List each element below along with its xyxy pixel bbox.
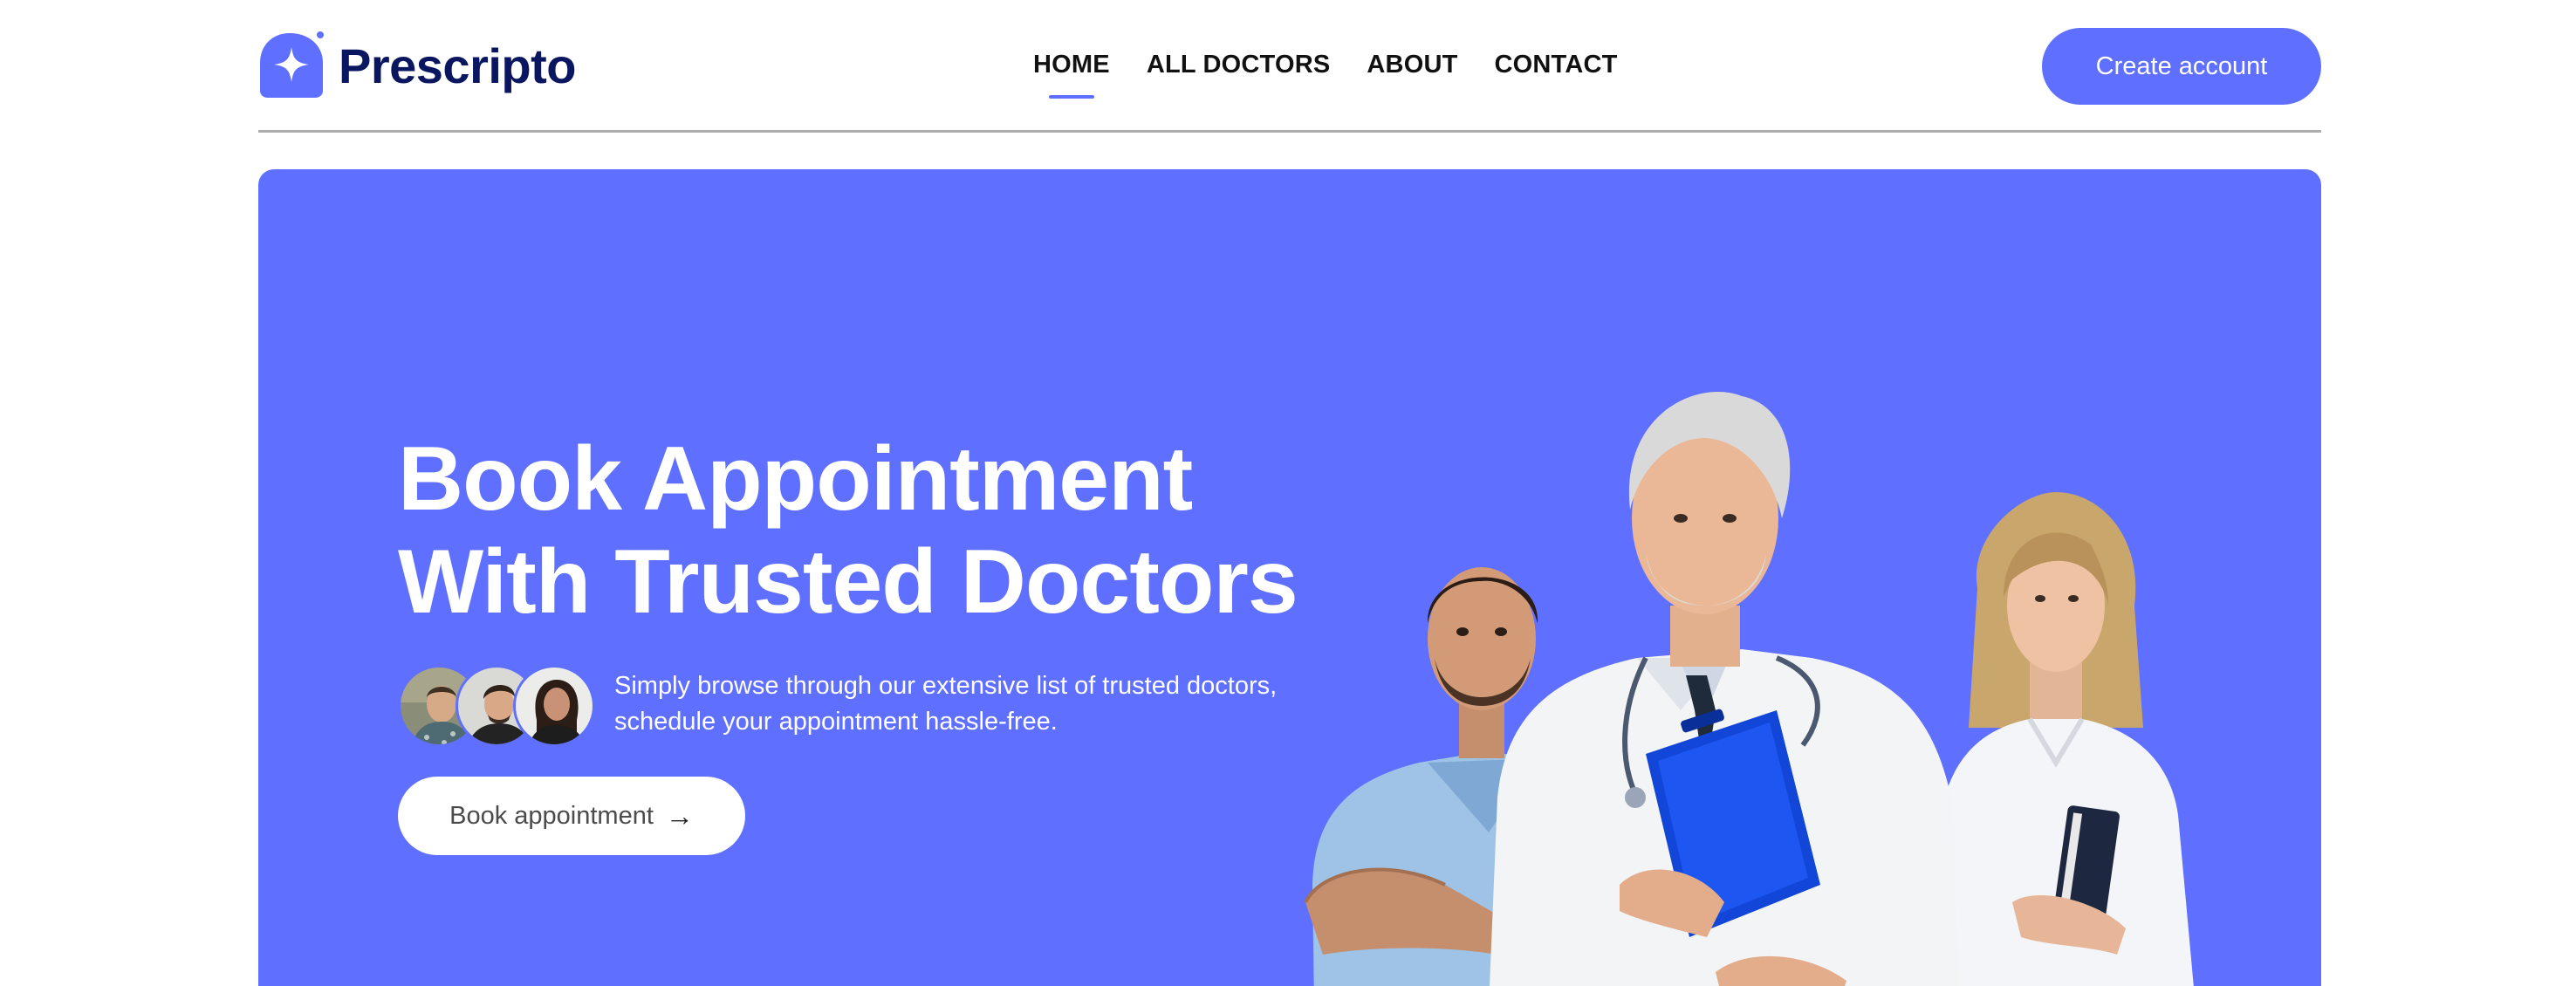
nav-home[interactable]: HOME bbox=[1033, 51, 1110, 99]
hero-description-line2: schedule your appointment hassle-free. bbox=[614, 708, 1058, 736]
group-profiles bbox=[398, 665, 595, 749]
hero-description: Simply browse through our extensive list… bbox=[614, 668, 1330, 740]
nav-contact[interactable]: CONTACT bbox=[1495, 51, 1618, 79]
hero-title-line1: Book Appointment bbox=[398, 428, 1193, 530]
hero-banner: Book Appointment With Trusted Doctors Si… bbox=[258, 169, 2321, 986]
create-account-button[interactable]: Create account bbox=[2042, 28, 2321, 105]
hero-title: Book Appointment With Trusted Doctors bbox=[398, 428, 1298, 633]
book-appointment-label: Book appointment bbox=[449, 801, 654, 830]
nav-links: HOME ALL DOCTORS ABOUT CONTACT bbox=[1033, 51, 1618, 99]
book-appointment-button[interactable]: Book appointment → bbox=[398, 777, 745, 855]
doctor-right-figure bbox=[1934, 492, 2194, 986]
hero-description-line1: Simply browse through our extensive list… bbox=[614, 672, 1278, 700]
header-divider bbox=[258, 130, 2321, 133]
doctors-illustration bbox=[1304, 392, 2194, 986]
navbar: Prescripto HOME ALL DOCTORS ABOUT CONTAC… bbox=[258, 0, 2321, 133]
nav-about[interactable]: ABOUT bbox=[1367, 51, 1457, 79]
avatar bbox=[513, 665, 595, 747]
doctor-center-figure bbox=[1490, 392, 1959, 986]
arrow-right-icon: → bbox=[665, 799, 694, 832]
brand-name: Prescripto bbox=[339, 38, 577, 93]
hero-title-line2: With Trusted Doctors bbox=[398, 531, 1298, 633]
logo-icon bbox=[258, 31, 325, 99]
nav-all-doctors[interactable]: ALL DOCTORS bbox=[1147, 51, 1331, 79]
logo[interactable]: Prescripto bbox=[258, 31, 577, 99]
